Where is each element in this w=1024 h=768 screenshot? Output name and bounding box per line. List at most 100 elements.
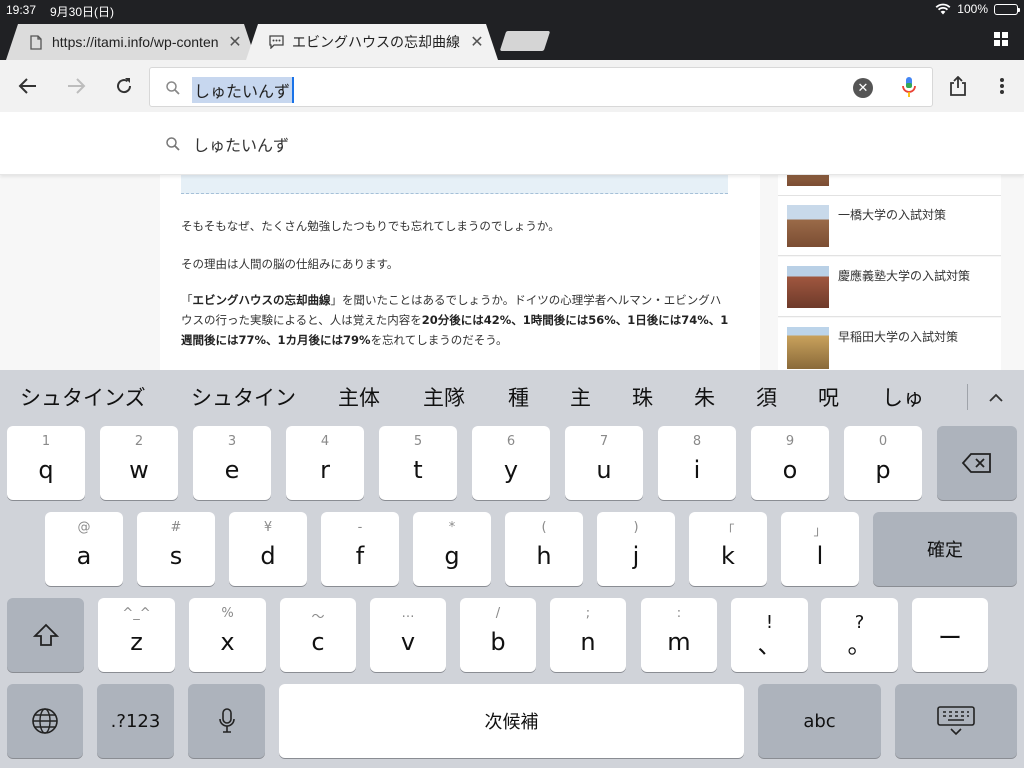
key-r[interactable]: 4r: [286, 426, 364, 500]
divider: [967, 384, 968, 410]
battery-icon: [994, 3, 1020, 15]
forward-icon[interactable]: [62, 72, 90, 100]
article-paragraph: 「エビングハウスの忘却曲線」を聞いたことはあるでしょうか。ドイツの心理学者ヘルマ…: [181, 293, 729, 347]
key-d[interactable]: ¥ d: [229, 512, 307, 586]
microphone-icon: [218, 708, 235, 733]
sidebar-item-label: 一橋大学の入試対策: [838, 208, 947, 222]
candidate[interactable]: しゅ: [882, 382, 924, 412]
confirm-key[interactable]: 確定: [873, 512, 1017, 586]
sidebar-item-hitotsubashi[interactable]: 一橋大学の入試対策: [778, 196, 1001, 256]
thumbnail: [787, 266, 829, 308]
key-w[interactable]: 2w: [100, 426, 178, 500]
key-long-vowel[interactable]: ー: [912, 598, 988, 672]
key-e[interactable]: 3e: [193, 426, 271, 500]
abc-key[interactable]: abc: [758, 684, 881, 758]
candidate[interactable]: 主体: [338, 382, 380, 412]
thumbnail: [787, 327, 829, 369]
close-icon[interactable]: ✕: [226, 33, 244, 51]
keyboard-dismiss-icon: [937, 706, 975, 736]
sidebar-item-waseda[interactable]: 早稲田大学の入試対策: [778, 318, 1001, 370]
key-u[interactable]: 7u: [565, 426, 643, 500]
key-y[interactable]: 6y: [472, 426, 550, 500]
address-bar[interactable]: しゅたいんず ✕: [149, 67, 933, 107]
key-period[interactable]: ?。: [821, 598, 898, 672]
new-tab-button[interactable]: [499, 31, 551, 51]
page-icon: [28, 34, 44, 50]
candidate-bar: シュタインズ シュタイン 主体 主隊 種 主 珠 朱 須 呪 しゅ: [0, 370, 1024, 426]
key-c[interactable]: 〜 c: [280, 598, 356, 672]
sidebar-item-keio[interactable]: 慶應義塾大学の入試対策: [778, 257, 1001, 317]
status-date: 9月30日(日): [50, 5, 115, 19]
tab-ebbinghaus[interactable]: エビングハウスの忘却曲線 ✕: [246, 24, 498, 60]
candidate[interactable]: 主隊: [423, 382, 465, 412]
globe-icon: [32, 708, 58, 734]
sidebar-item-label: 早稲田大学の入試対策: [838, 330, 959, 344]
candidate[interactable]: 主: [570, 382, 591, 412]
suggestion-row[interactable]: しゅたいんず: [0, 112, 1024, 175]
candidate[interactable]: 須: [756, 382, 777, 412]
backspace-icon: [961, 453, 991, 473]
reload-icon[interactable]: [110, 72, 138, 100]
on-screen-keyboard: シュタインズ シュタイン 主体 主隊 種 主 珠 朱 須 呪 しゅ 1q 2w …: [0, 370, 1024, 768]
key-z[interactable]: ^_^ z: [98, 598, 175, 672]
globe-key[interactable]: [7, 684, 83, 758]
browser-toolbar: しゅたいんず ✕: [0, 60, 1024, 112]
close-icon[interactable]: ✕: [468, 33, 486, 51]
candidate[interactable]: 朱: [694, 382, 715, 412]
wifi-icon: [935, 3, 951, 15]
key-x[interactable]: % x: [189, 598, 266, 672]
suggestion-text: しゅたいんず: [193, 136, 290, 155]
key-q[interactable]: 1q: [7, 426, 85, 500]
comment-icon: [268, 34, 284, 50]
article-paragraph: その理由は人間の脳の仕組みにあります。: [181, 257, 399, 271]
shift-key[interactable]: [7, 598, 84, 672]
key-m[interactable]: :m: [641, 598, 717, 672]
battery-percent: 100%: [957, 2, 988, 16]
key-v[interactable]: … v: [370, 598, 446, 672]
key-l[interactable]: 」 l: [781, 512, 859, 586]
tab-grid-icon[interactable]: [994, 32, 1008, 46]
candidate[interactable]: 種: [508, 382, 529, 412]
search-icon: [166, 80, 180, 99]
address-input[interactable]: しゅたいんず: [192, 77, 295, 103]
key-j[interactable]: ) j: [597, 512, 675, 586]
status-bar: 19:37 9月30日(日) 100%: [0, 0, 1024, 20]
article-paragraph: そもそもなぜ、たくさん勉強したつもりでも忘れてしまうのでしょうか。: [181, 219, 560, 233]
dictation-key[interactable]: [188, 684, 265, 758]
numbers-key[interactable]: .?123: [97, 684, 174, 758]
key-i[interactable]: 8i: [658, 426, 736, 500]
key-k[interactable]: 「k: [689, 512, 767, 586]
key-o[interactable]: 9o: [751, 426, 829, 500]
space-key[interactable]: 次候補: [279, 684, 744, 758]
sidebar-item-label: 慶應義塾大学の入試対策: [838, 269, 971, 283]
key-t[interactable]: 5t: [379, 426, 457, 500]
key-n[interactable]: ; n: [550, 598, 626, 672]
key-g[interactable]: * g: [413, 512, 491, 586]
key-b[interactable]: / b: [460, 598, 536, 672]
backspace-key[interactable]: [937, 426, 1017, 500]
key-a[interactable]: @ a: [45, 512, 123, 586]
candidate[interactable]: シュタインズ: [20, 382, 146, 412]
candidate[interactable]: 珠: [632, 382, 653, 412]
tab-title: https://itami.info/wp-conten: [52, 34, 219, 50]
status-time: 19:37: [6, 3, 37, 17]
key-f[interactable]: -f: [321, 512, 399, 586]
tab-title: エビングハウスの忘却曲線: [292, 34, 460, 50]
key-s[interactable]: # s: [137, 512, 215, 586]
candidate[interactable]: シュタイン: [191, 382, 296, 412]
shift-icon: [32, 623, 59, 646]
chevron-up-icon[interactable]: [986, 388, 1006, 408]
key-p[interactable]: 0p: [844, 426, 922, 500]
microphone-icon[interactable]: [900, 76, 918, 100]
more-menu-icon[interactable]: [988, 72, 1016, 100]
key-h[interactable]: (h: [505, 512, 583, 586]
hide-keyboard-key[interactable]: [895, 684, 1017, 758]
search-icon: [166, 136, 180, 155]
key-comma[interactable]: !、: [731, 598, 808, 672]
back-icon[interactable]: [14, 72, 42, 100]
candidate[interactable]: 呪: [818, 382, 839, 412]
share-icon[interactable]: [944, 72, 972, 100]
tab-itami[interactable]: https://itami.info/wp-conten ✕: [6, 24, 256, 60]
clear-icon[interactable]: ✕: [853, 78, 873, 98]
thumbnail: [787, 205, 829, 247]
